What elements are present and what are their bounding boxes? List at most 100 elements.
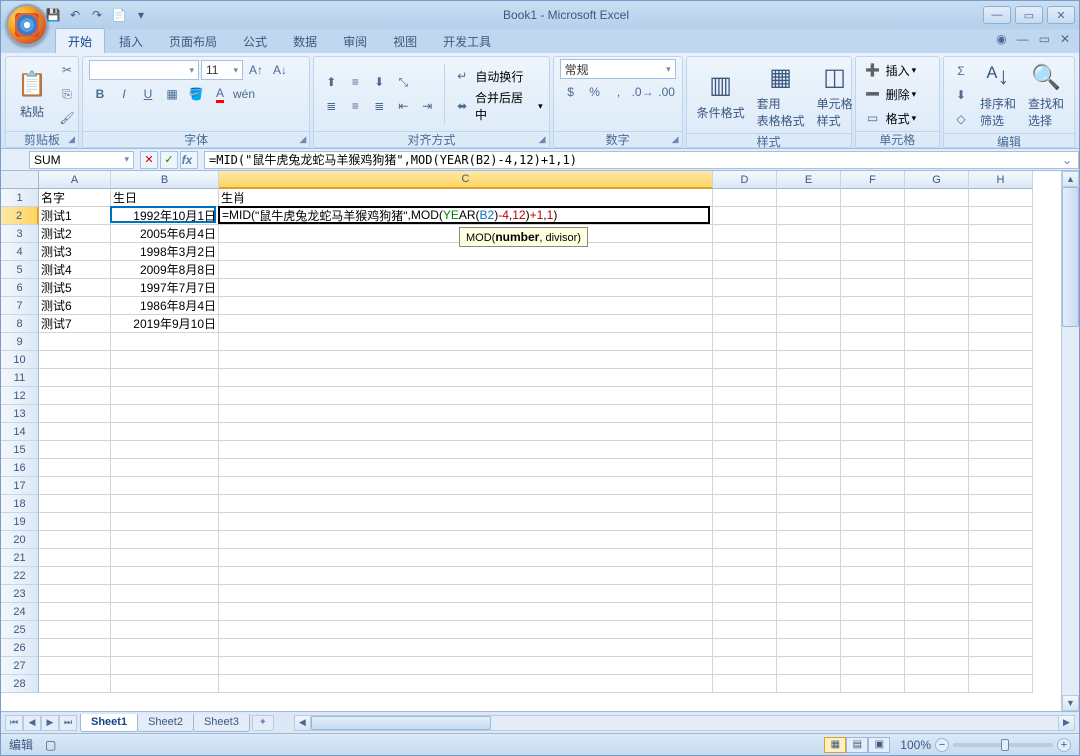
cell[interactable] (841, 639, 905, 657)
row-header[interactable]: 18 (1, 495, 39, 513)
cancel-formula-button[interactable]: ✕ (140, 151, 158, 169)
cell[interactable] (219, 531, 713, 549)
cell[interactable] (777, 189, 841, 207)
row-header[interactable]: 21 (1, 549, 39, 567)
cell[interactable] (841, 495, 905, 513)
cell[interactable] (713, 423, 777, 441)
cell[interactable] (39, 603, 111, 621)
shrink-font-icon[interactable]: A↓ (269, 59, 291, 81)
cell[interactable] (777, 297, 841, 315)
cell[interactable] (841, 531, 905, 549)
number-format-combo[interactable]: 常规▾ (560, 59, 676, 79)
merge-center-button[interactable]: ⬌合并后居中▾ (451, 89, 542, 123)
scroll-right-icon[interactable]: ▶ (1058, 716, 1074, 730)
office-button[interactable] (6, 4, 48, 46)
cell[interactable] (111, 531, 219, 549)
cell[interactable] (111, 369, 219, 387)
cell[interactable] (111, 639, 219, 657)
cell[interactable] (39, 639, 111, 657)
cell[interactable] (841, 243, 905, 261)
cell[interactable] (39, 675, 111, 693)
zoom-in-button[interactable]: + (1057, 738, 1071, 752)
cell[interactable] (777, 639, 841, 657)
cell[interactable]: 2005年6月4日 (111, 225, 219, 243)
cell[interactable] (905, 585, 969, 603)
cell[interactable] (39, 423, 111, 441)
cell[interactable]: 2019年9月10日 (111, 315, 219, 333)
cell[interactable] (905, 621, 969, 639)
cell[interactable] (219, 279, 713, 297)
bold-button[interactable]: B (89, 83, 111, 105)
cell[interactable] (713, 513, 777, 531)
cell[interactable] (219, 639, 713, 657)
cell[interactable] (777, 423, 841, 441)
cell[interactable] (713, 315, 777, 333)
autosum-icon[interactable]: Σ (950, 60, 972, 82)
ribbon-tab-开始[interactable]: 开始 (55, 28, 105, 53)
zoom-level[interactable]: 100% (900, 738, 931, 752)
cell[interactable] (713, 441, 777, 459)
cell[interactable]: 测试3 (39, 243, 111, 261)
page-break-view-button[interactable]: ▣ (868, 737, 890, 753)
qat-dropdown-icon[interactable]: ▾ (133, 7, 149, 23)
cell[interactable] (713, 495, 777, 513)
cell[interactable] (39, 531, 111, 549)
font-color-button[interactable]: A (209, 83, 231, 105)
cell[interactable] (777, 675, 841, 693)
cell[interactable] (905, 279, 969, 297)
row-header[interactable]: 8 (1, 315, 39, 333)
cell[interactable] (841, 225, 905, 243)
row-header[interactable]: 15 (1, 441, 39, 459)
horizontal-scrollbar[interactable]: ◀ ▶ (294, 715, 1075, 731)
ribbon-tab-公式[interactable]: 公式 (231, 29, 279, 53)
cell[interactable] (969, 531, 1033, 549)
cut-icon[interactable]: ✂ (56, 59, 78, 81)
cell[interactable] (969, 549, 1033, 567)
cell[interactable] (713, 243, 777, 261)
cell[interactable] (111, 567, 219, 585)
underline-button[interactable]: U (137, 83, 159, 105)
cell[interactable] (713, 621, 777, 639)
cell[interactable] (713, 567, 777, 585)
cell[interactable] (111, 351, 219, 369)
column-header[interactable]: H (969, 171, 1033, 189)
cell[interactable]: 测试2 (39, 225, 111, 243)
increase-indent-icon[interactable]: ⇥ (416, 95, 438, 117)
cell[interactable] (219, 297, 713, 315)
cell[interactable] (969, 279, 1033, 297)
cell[interactable] (841, 351, 905, 369)
ribbon-tab-视图[interactable]: 视图 (381, 29, 429, 53)
cell[interactable] (713, 297, 777, 315)
cell[interactable] (713, 261, 777, 279)
cell[interactable] (841, 405, 905, 423)
cell[interactable] (777, 441, 841, 459)
cell[interactable] (969, 621, 1033, 639)
sheet-tab[interactable]: Sheet2 (137, 714, 194, 732)
cell[interactable] (777, 477, 841, 495)
cell[interactable] (969, 585, 1033, 603)
cell[interactable]: 测试5 (39, 279, 111, 297)
row-header[interactable]: 7 (1, 297, 39, 315)
last-sheet-button[interactable]: ⏭ (59, 715, 77, 731)
cell[interactable] (969, 477, 1033, 495)
scroll-thumb[interactable] (1062, 187, 1079, 327)
cell[interactable] (969, 225, 1033, 243)
cell[interactable] (841, 513, 905, 531)
column-header[interactable]: G (905, 171, 969, 189)
workbook-restore-button[interactable]: ▭ (1039, 32, 1050, 46)
cell[interactable] (905, 459, 969, 477)
cell[interactable] (905, 243, 969, 261)
cell[interactable] (969, 639, 1033, 657)
cell[interactable] (777, 333, 841, 351)
cell[interactable] (219, 423, 713, 441)
cell[interactable] (841, 333, 905, 351)
cell[interactable] (777, 207, 841, 225)
dialog-launcher-icon[interactable]: ◢ (672, 134, 679, 145)
cell[interactable] (219, 657, 713, 675)
scroll-thumb[interactable] (311, 716, 491, 730)
cell[interactable] (969, 423, 1033, 441)
cell[interactable] (905, 405, 969, 423)
orientation-icon[interactable]: ⤡ (392, 71, 414, 93)
italic-button[interactable]: I (113, 83, 135, 105)
zoom-slider[interactable] (953, 743, 1053, 747)
